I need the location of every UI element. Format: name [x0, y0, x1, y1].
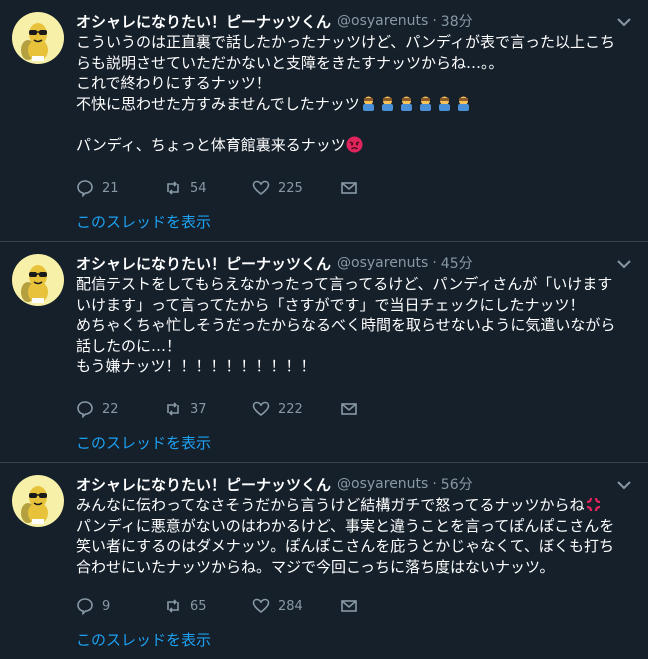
tweet-text: 配信テストをしてもらえなかったって言ってるけど、パンディさんが「いけます いけま…: [76, 274, 636, 377]
bowing-person-icon: [457, 96, 469, 111]
reply-count: 9: [102, 598, 111, 614]
bowing-person-icon: [381, 96, 393, 111]
reply-count: 22: [102, 401, 119, 417]
tweet[interactable]: オシャレになりたい！ピーナッツくん @osyarenuts · 38分 こういう…: [0, 0, 648, 242]
tweet-line: こういうのは正直裏で話したかったナッツけど、パンディが表で言った以上こち: [76, 33, 615, 51]
reply-button[interactable]: 22: [76, 400, 164, 418]
timeline-feed: オシャレになりたい！ピーナッツくん @osyarenuts · 38分 こういう…: [0, 0, 648, 659]
peanut-character-icon: [21, 486, 48, 524]
retweet-button[interactable]: 37: [164, 400, 252, 418]
bowing-person-icon: [362, 96, 374, 111]
chevron-down-icon[interactable]: [616, 479, 632, 491]
heart-icon: [252, 180, 270, 196]
avatar[interactable]: [12, 12, 64, 64]
tweet-line: いけます」って言ってたから「さすがです」で当日チェックにしたナッツ！: [76, 295, 585, 314]
envelope-icon: [341, 182, 357, 194]
tweet-line: らも説明させていただかないと支障をきたすナッツからね…。。: [76, 53, 504, 72]
heart-icon: [252, 598, 270, 614]
reply-icon: [77, 401, 93, 418]
peanut-character-icon: [21, 23, 48, 61]
envelope-icon: [341, 403, 357, 415]
tweet-line: 笑い者にするのはダメナッツ。ぽんぽこさんを庇うとかじゃなくて、ぼくも打ち: [76, 537, 615, 555]
tweet-line: めちゃくちゃ忙しそうだったからなるべく時間を取らせないように気遣いながら: [76, 316, 616, 334]
like-button[interactable]: 225: [252, 179, 340, 197]
tweet-line: パンディに悪意がないのはわかるけど、事実と違うことを言ってぽんぽこさんを: [76, 516, 615, 535]
chevron-down-icon[interactable]: [616, 16, 632, 28]
tweet-line-with-emoji: みんなに伝わってなさそうだから言うけど結構ガチで怒ってるナッツからね: [76, 495, 636, 516]
reply-button[interactable]: 21: [76, 179, 164, 197]
like-count: 284: [278, 598, 303, 614]
display-name[interactable]: オシャレになりたい！ピーナッツくん: [76, 474, 331, 495]
anger-symbol-icon: [586, 497, 600, 512]
avatar[interactable]: [12, 254, 64, 306]
tweet-line: 話したのに…！: [76, 336, 182, 355]
tweet-header: オシャレになりたい！ピーナッツくん @osyarenuts · 56分: [76, 473, 636, 495]
tweet[interactable]: オシャレになりたい！ピーナッツくん @osyarenuts · 45分 配信テス…: [0, 242, 648, 463]
user-handle[interactable]: @osyarenuts: [337, 476, 428, 492]
tweet-line: これで終わりにするナッツ！: [76, 74, 271, 92]
display-name[interactable]: オシャレになりたい！ピーナッツくん: [76, 253, 331, 274]
retweet-count: 54: [190, 180, 207, 196]
tweet-actions: 9 65 284: [76, 596, 428, 616]
display-name[interactable]: オシャレになりたい！ピーナッツくん: [76, 11, 331, 32]
angry-face-icon: [346, 136, 363, 152]
tweet-header: オシャレになりたい！ピーナッツくん @osyarenuts · 45分: [76, 252, 636, 274]
timestamp[interactable]: 45分: [441, 253, 473, 273]
direct-message-button[interactable]: [340, 597, 428, 615]
user-handle[interactable]: @osyarenuts: [337, 13, 428, 29]
tweet-line-text: 不快に思わせた方すみませんでしたナッツ: [76, 94, 360, 113]
bowing-emoji-row: [360, 95, 474, 113]
retweet-button[interactable]: 54: [164, 179, 252, 197]
retweet-icon: [167, 402, 179, 416]
tweet-line: もう嫌ナッツ！！！！！！！！！！: [76, 357, 316, 375]
show-thread-link[interactable]: このスレッドを表示: [76, 629, 211, 650]
tweet-actions: 22 37 222: [76, 399, 428, 419]
separator-dot: ·: [432, 255, 437, 271]
reply-icon: [77, 180, 93, 197]
tweet-text: みんなに伝わってなさそうだから言うけど結構ガチで怒ってるナッツからね パンディに…: [76, 495, 636, 577]
peanut-character-icon: [21, 265, 48, 303]
retweet-button[interactable]: 65: [164, 597, 252, 615]
direct-message-button[interactable]: [340, 179, 428, 197]
direct-message-button[interactable]: [340, 400, 428, 418]
retweet-icon: [167, 181, 179, 195]
bowing-person-icon: [438, 96, 450, 111]
reply-button[interactable]: 9: [76, 597, 164, 615]
tweet-line-text: パンディ、ちょっと体育館裏来るナッツ: [76, 135, 346, 154]
avatar[interactable]: [12, 475, 64, 527]
show-thread-link[interactable]: このスレッドを表示: [76, 432, 211, 453]
tweet[interactable]: オシャレになりたい！ピーナッツくん @osyarenuts · 56分 みんなに…: [0, 463, 648, 659]
separator-dot: ·: [432, 13, 437, 29]
show-thread-link[interactable]: このスレッドを表示: [76, 211, 211, 232]
reply-icon: [77, 598, 93, 615]
tweet-line: 配信テストをしてもらえなかったって言ってるけど、パンディさんが「いけます: [76, 275, 613, 293]
heart-icon: [252, 401, 270, 417]
tweet-line-with-emoji: パンディ、ちょっと体育館裏来るナッツ: [76, 135, 636, 156]
tweet-line: 合わせにいたナッツからね。マジで今回こっちに落ち度はないナッツ。: [76, 557, 555, 576]
like-button[interactable]: 222: [252, 400, 340, 418]
user-handle[interactable]: @osyarenuts: [337, 255, 428, 271]
separator-dot: ·: [432, 476, 437, 492]
chevron-down-icon[interactable]: [616, 258, 632, 270]
tweet-header: オシャレになりたい！ピーナッツくん @osyarenuts · 38分: [76, 10, 636, 32]
tweet-actions: 21 54 225: [76, 178, 428, 198]
bowing-person-icon: [400, 96, 412, 111]
retweet-icon: [167, 599, 179, 613]
envelope-icon: [341, 600, 357, 612]
tweet-line-with-emoji: 不快に思わせた方すみませんでしたナッツ: [76, 94, 636, 115]
like-count: 225: [278, 180, 303, 196]
like-button[interactable]: 284: [252, 597, 340, 615]
reply-count: 21: [102, 180, 119, 196]
like-count: 222: [278, 401, 303, 417]
retweet-count: 37: [190, 401, 207, 417]
timestamp[interactable]: 38分: [441, 11, 473, 31]
bowing-person-icon: [419, 96, 431, 111]
retweet-count: 65: [190, 598, 207, 614]
tweet-text: こういうのは正直裏で話したかったナッツけど、パンディが表で言った以上こち らも説…: [76, 32, 636, 155]
tweet-line-text: みんなに伝わってなさそうだから言うけど結構ガチで怒ってるナッツからね: [76, 496, 585, 514]
timestamp[interactable]: 56分: [441, 474, 473, 494]
